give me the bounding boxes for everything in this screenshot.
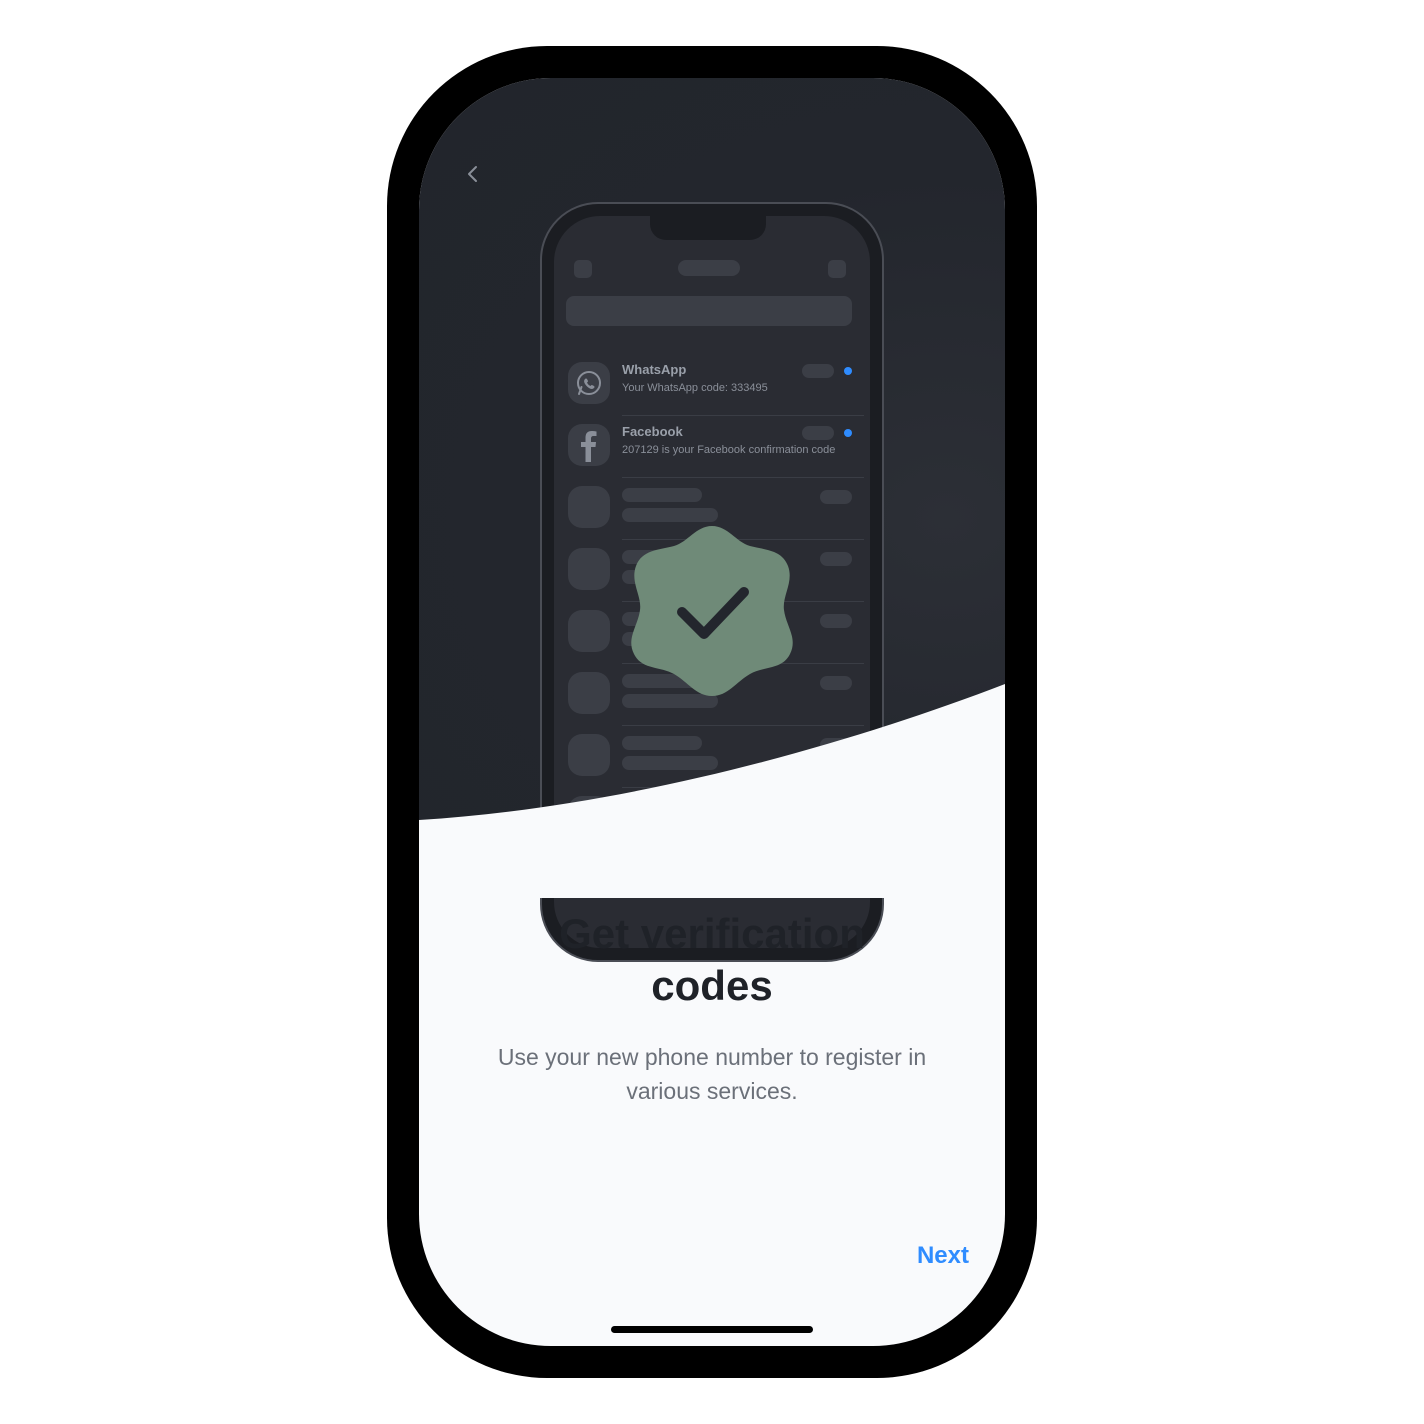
whatsapp-icon bbox=[577, 371, 601, 395]
page-subtitle: Use your new phone number to register in… bbox=[497, 1044, 927, 1104]
chevron-left-icon bbox=[468, 166, 477, 182]
phone-notch bbox=[650, 216, 766, 240]
placeholder-pill bbox=[820, 614, 852, 628]
unread-dot bbox=[844, 429, 852, 437]
message-preview: 207129 is your Facebook confirmation cod… bbox=[622, 444, 836, 456]
facebook-icon bbox=[581, 431, 597, 462]
stage: WhatsApp Your WhatsApp code: 333495 Face… bbox=[0, 0, 1424, 1424]
back-button[interactable] bbox=[459, 160, 487, 188]
phone-frame: WhatsApp Your WhatsApp code: 333495 Face… bbox=[387, 46, 1037, 1378]
facebook-avatar bbox=[568, 424, 610, 466]
list-item: Facebook 207129 is your Facebook confirm… bbox=[568, 416, 864, 478]
placeholder-avatar bbox=[568, 548, 610, 590]
message-preview: Your WhatsApp code: 333495 bbox=[622, 382, 768, 394]
placeholder-line bbox=[622, 488, 702, 502]
message-sender: Facebook bbox=[622, 424, 683, 439]
app-screen: WhatsApp Your WhatsApp code: 333495 Face… bbox=[419, 78, 1005, 1346]
placeholder-title bbox=[678, 260, 740, 276]
placeholder-search-bar bbox=[566, 296, 852, 326]
page-title: Get verification codes bbox=[559, 910, 865, 1009]
placeholder-pill bbox=[820, 490, 852, 504]
list-item: WhatsApp Your WhatsApp code: 333495 bbox=[568, 354, 864, 416]
placeholder-avatar bbox=[568, 486, 610, 528]
onboarding-content: Get verification codes Use your new phon… bbox=[419, 908, 1005, 1108]
placeholder-icon-left bbox=[574, 260, 592, 278]
unread-dot bbox=[844, 367, 852, 375]
timestamp-placeholder bbox=[802, 364, 834, 378]
placeholder-pill bbox=[820, 552, 852, 566]
wave-divider bbox=[419, 684, 1005, 898]
placeholder-avatar bbox=[568, 610, 610, 652]
placeholder-icon-right bbox=[828, 260, 846, 278]
whatsapp-avatar bbox=[568, 362, 610, 404]
verified-check-badge-icon bbox=[631, 526, 793, 696]
next-button[interactable]: Next bbox=[917, 1242, 969, 1270]
message-sender: WhatsApp bbox=[622, 362, 687, 377]
timestamp-placeholder bbox=[802, 426, 834, 440]
home-indicator[interactable] bbox=[611, 1326, 813, 1333]
